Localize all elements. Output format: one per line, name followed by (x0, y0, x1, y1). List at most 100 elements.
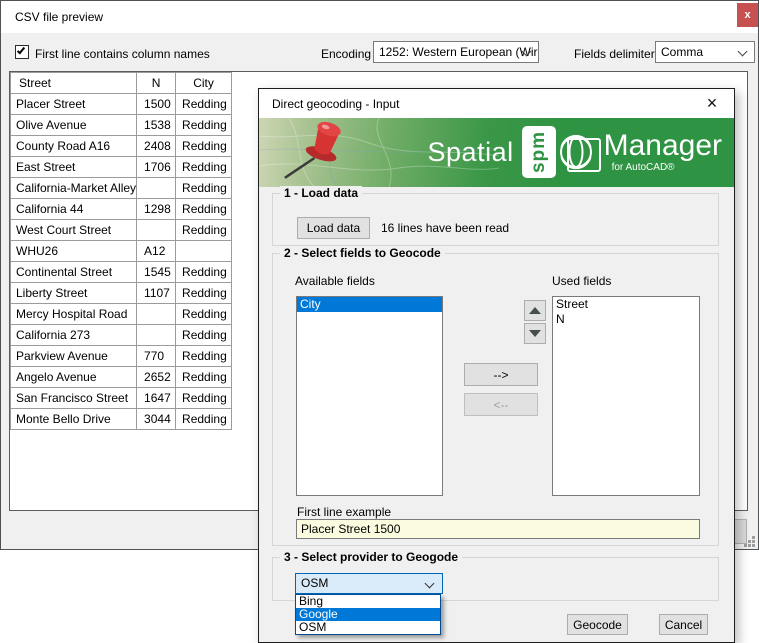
table-cell (137, 325, 176, 346)
arrow-up-icon (529, 307, 541, 314)
table-row[interactable]: East Street1706Redding (11, 157, 232, 178)
table-cell: Redding (176, 409, 232, 430)
arrow-down-icon (529, 330, 541, 337)
move-right-button[interactable]: --> (464, 363, 538, 386)
table-row[interactable]: California 273 Redding (11, 325, 232, 346)
first-line-example-label: First line example (297, 505, 391, 519)
table-cell: 1545 (137, 262, 176, 283)
table-cell: 1706 (137, 157, 176, 178)
move-left-button[interactable]: <-- (464, 393, 538, 416)
table-cell: Placer Street (11, 94, 137, 115)
geocode-button[interactable]: Geocode (567, 614, 628, 635)
table-row[interactable]: California-Market AlleyRedding (11, 178, 232, 199)
move-down-button[interactable] (524, 323, 546, 344)
table-row[interactable]: County Road A162408Redding (11, 136, 232, 157)
table-row[interactable]: Parkview Avenue770Redding (11, 346, 232, 367)
table-cell: 2652 (137, 367, 176, 388)
encoding-select[interactable]: 1252: Western European (Wir (373, 41, 539, 63)
pushpin-icon (267, 118, 377, 187)
table-cell: Continental Street (11, 262, 137, 283)
table-cell: Redding (176, 304, 232, 325)
load-data-button[interactable]: Load data (297, 217, 370, 239)
table-cell (137, 220, 176, 241)
list-item[interactable]: Street (553, 297, 699, 312)
table-row[interactable]: San Francisco Street1647Redding (11, 388, 232, 409)
table-cell: 2408 (137, 136, 176, 157)
available-fields-label: Available fields (295, 274, 375, 288)
table-cell: San Francisco Street (11, 388, 137, 409)
available-fields-list[interactable]: City (296, 296, 443, 496)
dialog-titlebar: Direct geocoding - Input × (259, 89, 734, 118)
spm-logo: spm (522, 126, 556, 178)
table-cell: 1500 (137, 94, 176, 115)
table-cell: East Street (11, 157, 137, 178)
globe-icon (554, 127, 602, 177)
encoding-label: Encoding (321, 47, 371, 61)
table-cell: Redding (176, 262, 232, 283)
table-cell: Redding (176, 325, 232, 346)
table-row[interactable]: Olive Avenue1538Redding (11, 115, 232, 136)
close-icon[interactable]: × (701, 91, 723, 115)
first-line-example-input[interactable]: Placer Street 1500 (296, 519, 700, 539)
provider-value: OSM (301, 576, 328, 590)
column-header-city: City (176, 73, 232, 94)
fields-delimiter-label: Fields delimiter (574, 47, 655, 61)
move-up-button[interactable] (524, 300, 546, 321)
table-cell: Olive Avenue (11, 115, 137, 136)
table-cell: California-Market Alley (11, 178, 137, 199)
fields-delimiter-select[interactable]: Comma (655, 41, 755, 63)
table-cell: Liberty Street (11, 283, 137, 304)
table-cell: 770 (137, 346, 176, 367)
table-cell: Redding (176, 283, 232, 304)
table-cell: County Road A16 (11, 136, 137, 157)
table-row[interactable]: Continental Street1545Redding (11, 262, 232, 283)
table-cell (137, 304, 176, 325)
first-line-checkbox-label: First line contains column names (35, 47, 210, 61)
first-line-checkbox[interactable] (15, 45, 29, 59)
close-icon[interactable]: x (737, 3, 758, 27)
resize-grip[interactable] (743, 535, 756, 548)
table-row[interactable]: Liberty Street1107Redding (11, 283, 232, 304)
table-cell (176, 241, 232, 262)
table-cell: California 273 (11, 325, 137, 346)
list-item[interactable]: N (553, 312, 699, 327)
table-cell: Redding (176, 136, 232, 157)
encoding-value: 1252: Western European (Wir (379, 45, 538, 59)
table-cell: Redding (176, 199, 232, 220)
provider-select[interactable]: OSM (295, 573, 443, 594)
table-row[interactable]: Monte Bello Drive3044Redding (11, 409, 232, 430)
table-cell: Mercy Hospital Road (11, 304, 137, 325)
table-row[interactable]: Placer Street1500Redding (11, 94, 232, 115)
brand-right-text: Manager (604, 131, 722, 161)
table-cell: Redding (176, 115, 232, 136)
table-cell: Monte Bello Drive (11, 409, 137, 430)
table-cell: California 44 (11, 199, 137, 220)
table-cell: Angelo Avenue (11, 367, 137, 388)
used-fields-list[interactable]: StreetN (552, 296, 700, 496)
chevron-down-icon (738, 47, 748, 57)
brand-sub-text: for AutoCAD® (612, 163, 722, 173)
list-item[interactable]: City (297, 297, 442, 312)
table-cell: 3044 (137, 409, 176, 430)
dialog-title: Direct geocoding - Input (272, 97, 399, 111)
cancel-button[interactable]: Cancel (659, 614, 708, 635)
provider-dropdown-list[interactable]: BingGoogleOSM (295, 594, 441, 635)
table-row[interactable]: Angelo Avenue2652Redding (11, 367, 232, 388)
checkmark-icon (17, 46, 25, 55)
table-cell: Redding (176, 157, 232, 178)
group-select-fields-title: 2 - Select fields to Geocode (280, 246, 445, 260)
table-cell: Redding (176, 388, 232, 409)
list-item[interactable]: OSM (296, 621, 440, 634)
table-cell: Redding (176, 346, 232, 367)
table-cell: Redding (176, 94, 232, 115)
table-cell: WHU26 (11, 241, 137, 262)
table-row[interactable]: Mercy Hospital Road Redding (11, 304, 232, 325)
used-fields-label: Used fields (552, 274, 611, 288)
geocoding-dialog: Direct geocoding - Input × (258, 88, 735, 643)
table-row[interactable]: California 441298Redding (11, 199, 232, 220)
table-row[interactable]: WHU26A12 (11, 241, 232, 262)
csv-titlebar: CSV file preview x (1, 1, 758, 33)
window-title: CSV file preview (15, 10, 103, 24)
table-cell: 1538 (137, 115, 176, 136)
table-row[interactable]: West Court StreetRedding (11, 220, 232, 241)
